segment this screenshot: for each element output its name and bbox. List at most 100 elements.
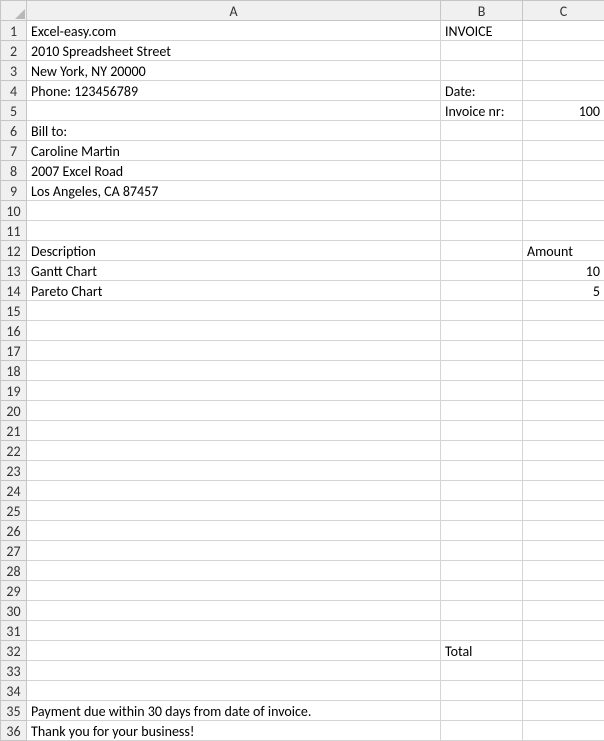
cell-C34[interactable] [523, 681, 604, 701]
cell-C10[interactable] [523, 201, 604, 221]
row-header[interactable]: 15 [1, 301, 27, 321]
cell-B10[interactable] [441, 201, 523, 221]
cell-A1[interactable]: Excel-easy.com [27, 21, 441, 41]
cell-C5[interactable]: 100 [523, 101, 604, 121]
cell-C20[interactable] [523, 401, 604, 421]
cell-A14[interactable]: Pareto Chart [27, 281, 441, 301]
row-header[interactable]: 29 [1, 581, 27, 601]
row-header[interactable]: 36 [1, 721, 27, 741]
cell-A23[interactable] [27, 461, 441, 481]
select-all-corner[interactable] [1, 1, 27, 21]
row-header[interactable]: 23 [1, 461, 27, 481]
cell-B9[interactable] [441, 181, 523, 201]
cell-A25[interactable] [27, 501, 441, 521]
cell-B21[interactable] [441, 421, 523, 441]
cell-A7[interactable]: Caroline Martin [27, 141, 441, 161]
row-header[interactable]: 19 [1, 381, 27, 401]
cell-A16[interactable] [27, 321, 441, 341]
cell-C33[interactable] [523, 661, 604, 681]
cell-B5[interactable]: Invoice nr: [441, 101, 523, 121]
cell-C9[interactable] [523, 181, 604, 201]
row-header[interactable]: 10 [1, 201, 27, 221]
cell-B16[interactable] [441, 321, 523, 341]
cell-B35[interactable] [441, 701, 523, 721]
cell-B22[interactable] [441, 441, 523, 461]
row-header[interactable]: 20 [1, 401, 27, 421]
cell-A10[interactable] [27, 201, 441, 221]
row-header[interactable]: 1 [1, 21, 27, 41]
cell-A20[interactable] [27, 401, 441, 421]
row-header[interactable]: 27 [1, 541, 27, 561]
row-header[interactable]: 33 [1, 661, 27, 681]
col-header-a[interactable]: A [27, 1, 441, 21]
cell-C6[interactable] [523, 121, 604, 141]
cell-C27[interactable] [523, 541, 604, 561]
cell-B15[interactable] [441, 301, 523, 321]
cell-B13[interactable] [441, 261, 523, 281]
col-header-c[interactable]: C [523, 1, 604, 21]
cell-B24[interactable] [441, 481, 523, 501]
cell-A24[interactable] [27, 481, 441, 501]
row-header[interactable]: 8 [1, 161, 27, 181]
cell-B30[interactable] [441, 601, 523, 621]
row-header[interactable]: 17 [1, 341, 27, 361]
row-header[interactable]: 12 [1, 241, 27, 261]
row-header[interactable]: 4 [1, 81, 27, 101]
row-header[interactable]: 28 [1, 561, 27, 581]
cell-C4[interactable] [523, 81, 604, 101]
cell-A29[interactable] [27, 581, 441, 601]
cell-A31[interactable] [27, 621, 441, 641]
cell-B32[interactable]: Total [441, 641, 523, 661]
cell-B7[interactable] [441, 141, 523, 161]
cell-B20[interactable] [441, 401, 523, 421]
cell-A12[interactable]: Description [27, 241, 441, 261]
cell-B14[interactable] [441, 281, 523, 301]
row-header[interactable]: 7 [1, 141, 27, 161]
row-header[interactable]: 26 [1, 521, 27, 541]
cell-C25[interactable] [523, 501, 604, 521]
cell-C3[interactable] [523, 61, 604, 81]
cell-A18[interactable] [27, 361, 441, 381]
cell-A4[interactable]: Phone: 123456789 [27, 81, 441, 101]
cell-C17[interactable] [523, 341, 604, 361]
cell-A15[interactable] [27, 301, 441, 321]
cell-A3[interactable]: New York, NY 20000 [27, 61, 441, 81]
cell-B17[interactable] [441, 341, 523, 361]
cell-C1[interactable] [523, 21, 604, 41]
cell-A17[interactable] [27, 341, 441, 361]
cell-C26[interactable] [523, 521, 604, 541]
cell-B2[interactable] [441, 41, 523, 61]
cell-B8[interactable] [441, 161, 523, 181]
cell-A32[interactable] [27, 641, 441, 661]
row-header[interactable]: 5 [1, 101, 27, 121]
cell-A36[interactable]: Thank you for your business! [27, 721, 441, 741]
cell-C23[interactable] [523, 461, 604, 481]
cell-A34[interactable] [27, 681, 441, 701]
row-header[interactable]: 13 [1, 261, 27, 281]
row-header[interactable]: 35 [1, 701, 27, 721]
cell-A19[interactable] [27, 381, 441, 401]
cell-B1[interactable]: INVOICE [441, 21, 523, 41]
cell-C36[interactable] [523, 721, 604, 741]
cell-B29[interactable] [441, 581, 523, 601]
cell-B33[interactable] [441, 661, 523, 681]
cell-C2[interactable] [523, 41, 604, 61]
row-header[interactable]: 6 [1, 121, 27, 141]
cell-B26[interactable] [441, 521, 523, 541]
row-header[interactable]: 24 [1, 481, 27, 501]
row-header[interactable]: 22 [1, 441, 27, 461]
cell-A5[interactable] [27, 101, 441, 121]
cell-A22[interactable] [27, 441, 441, 461]
col-header-b[interactable]: B [441, 1, 523, 21]
cell-A21[interactable] [27, 421, 441, 441]
cell-B23[interactable] [441, 461, 523, 481]
cell-B6[interactable] [441, 121, 523, 141]
row-header[interactable]: 9 [1, 181, 27, 201]
cell-B11[interactable] [441, 221, 523, 241]
cell-C22[interactable] [523, 441, 604, 461]
cell-A30[interactable] [27, 601, 441, 621]
cell-B4[interactable]: Date: [441, 81, 523, 101]
cell-C12[interactable]: Amount [523, 241, 604, 261]
cell-C16[interactable] [523, 321, 604, 341]
cell-A13[interactable]: Gantt Chart [27, 261, 441, 281]
